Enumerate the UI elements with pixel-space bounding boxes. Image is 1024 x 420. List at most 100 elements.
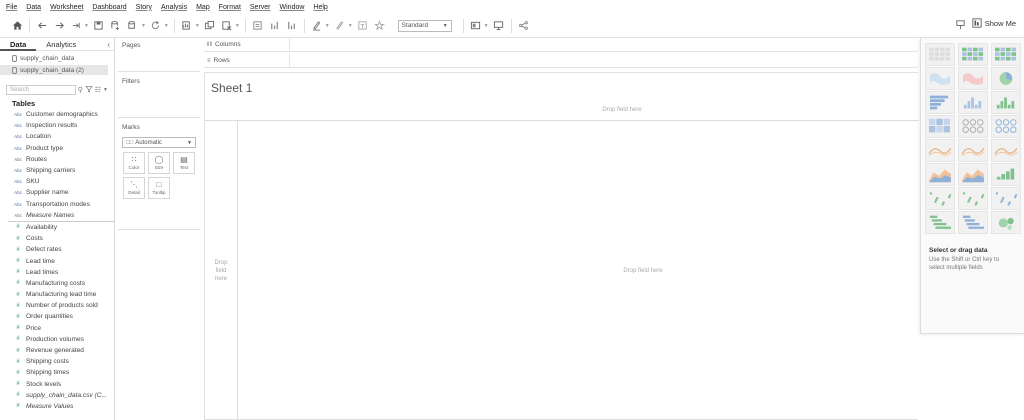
pause-datasource-icon[interactable]: [126, 19, 140, 33]
fit-dropdown[interactable]: Standard ▼: [397, 19, 452, 32]
show-labels-icon[interactable]: [356, 19, 370, 33]
measure-field[interactable]: # Stock levels: [0, 379, 114, 390]
menu-server[interactable]: Server: [250, 4, 271, 11]
gantt-chart-chart-icon[interactable]: [925, 211, 955, 234]
measure-field[interactable]: # Shipping times: [0, 367, 114, 378]
menu-file[interactable]: File: [6, 4, 17, 11]
line-continuous-chart-icon[interactable]: [925, 139, 955, 162]
measure-field[interactable]: # Lead times: [0, 267, 114, 278]
treemap-chart-icon[interactable]: [925, 115, 955, 138]
measure-field[interactable]: # Shipping costs: [0, 356, 114, 367]
measure-field[interactable]: # Manufacturing lead time: [0, 289, 114, 300]
scatter-plot-chart-icon[interactable]: [925, 187, 955, 210]
dual-line-chart-icon[interactable]: [991, 139, 1021, 162]
show-me-button[interactable]: Show Me: [972, 18, 1016, 28]
save-icon[interactable]: [92, 19, 106, 33]
circle-view-chart-icon[interactable]: [958, 115, 988, 138]
fix-axes-icon[interactable]: [373, 19, 387, 33]
menu-analysis[interactable]: Analysis: [161, 4, 187, 11]
dimension-field[interactable]: Abc Shipping carriers: [0, 165, 114, 176]
replay-caret-icon[interactable]: ▼: [84, 23, 89, 29]
drop-zone-main[interactable]: Drop field here: [238, 121, 918, 420]
measure-field[interactable]: # Price: [0, 323, 114, 334]
tooltip-button[interactable]: □ Tooltip: [148, 177, 170, 199]
group-members-icon[interactable]: [333, 19, 347, 33]
search-icon[interactable]: ⚲: [78, 86, 83, 94]
dimension-field[interactable]: Abc Supplier name: [0, 187, 114, 198]
replay-icon[interactable]: [69, 19, 83, 33]
area-continuous-chart-icon[interactable]: [925, 163, 955, 186]
text-table-chart-icon[interactable]: [925, 43, 955, 66]
share-icon[interactable]: [517, 19, 531, 33]
symbol-map-chart-icon[interactable]: [925, 67, 955, 90]
stacked-bars-chart-icon[interactable]: [958, 91, 988, 114]
filters-card[interactable]: Filters: [118, 74, 200, 118]
measure-field[interactable]: # Measure Values: [0, 401, 114, 412]
highlight-caret-icon[interactable]: ▼: [325, 23, 330, 29]
dimension-field[interactable]: Abc SKU: [0, 176, 114, 187]
sort-ascending-icon[interactable]: [268, 19, 282, 33]
measure-field[interactable]: # Availability: [0, 222, 114, 233]
area-discrete-chart-icon[interactable]: [958, 163, 988, 186]
datasource-caret-icon[interactable]: ▼: [141, 23, 146, 29]
horizontal-bars-chart-icon[interactable]: [925, 91, 955, 114]
datasource-item[interactable]: supply_chain_data: [0, 53, 114, 63]
undo-icon[interactable]: [35, 19, 49, 33]
redo-icon[interactable]: [52, 19, 66, 33]
clear-caret-icon[interactable]: ▼: [235, 23, 240, 29]
detail-button[interactable]: ⋱ Detail: [123, 177, 145, 199]
measure-field[interactable]: # Order quantities: [0, 311, 114, 322]
tooltip-pin-icon[interactable]: [955, 19, 966, 33]
measure-field[interactable]: # Revenue generated: [0, 345, 114, 356]
swap-icon[interactable]: [251, 19, 265, 33]
clear-sheet-icon[interactable]: [220, 19, 234, 33]
measure-field[interactable]: # Number of products sold: [0, 300, 114, 311]
packed-bubbles-chart-icon[interactable]: [991, 211, 1021, 234]
pie-chart-chart-icon[interactable]: [991, 67, 1021, 90]
new-worksheet-caret-icon[interactable]: ▼: [195, 23, 200, 29]
menu-window[interactable]: Window: [280, 4, 305, 11]
rows-shelf[interactable]: ≡ Rows: [204, 53, 918, 68]
histogram-chart-icon[interactable]: [958, 187, 988, 210]
dimension-field[interactable]: Abc Customer demographics: [0, 109, 114, 120]
dimension-field[interactable]: Abc Inspection results: [0, 120, 114, 131]
cards-caret-icon[interactable]: ▼: [484, 23, 489, 29]
menu-dashboard[interactable]: Dashboard: [92, 4, 126, 11]
measure-field[interactable]: # Manufacturing costs: [0, 278, 114, 289]
sheet-title[interactable]: Sheet 1: [211, 81, 252, 95]
refresh-icon[interactable]: [149, 19, 163, 33]
measure-field[interactable]: # Costs: [0, 233, 114, 244]
drop-zone-columns[interactable]: Drop field here: [205, 99, 919, 121]
filter-icon[interactable]: [85, 85, 93, 95]
highlight-table-chart-icon[interactable]: [991, 43, 1021, 66]
measure-field[interactable]: # Lead time: [0, 255, 114, 266]
measure-field[interactable]: # supply_chain_data.csv (C...: [0, 390, 114, 401]
side-by-side-circles-chart-icon[interactable]: [991, 115, 1021, 138]
highlight-icon[interactable]: [310, 19, 324, 33]
dimension-field[interactable]: Abc Transportation modes: [0, 199, 114, 210]
menu-worksheet[interactable]: Worksheet: [50, 4, 83, 11]
drop-zone-rows[interactable]: Drop field here: [205, 121, 238, 420]
side-by-side-bars-chart-icon[interactable]: [991, 91, 1021, 114]
duplicate-sheet-icon[interactable]: [203, 19, 217, 33]
collapse-pane-icon[interactable]: ‹: [107, 40, 110, 49]
sort-descending-icon[interactable]: [285, 19, 299, 33]
new-worksheet-icon[interactable]: [180, 19, 194, 33]
size-button[interactable]: ◯ Size: [148, 152, 170, 174]
dimension-field[interactable]: Abc Measure Names: [0, 210, 114, 221]
box-whisker-chart-icon[interactable]: [991, 187, 1021, 210]
home-icon[interactable]: [10, 19, 24, 33]
measure-field[interactable]: # Production volumes: [0, 334, 114, 345]
pages-card[interactable]: Pages: [118, 38, 200, 72]
dual-combination-chart-icon[interactable]: [991, 163, 1021, 186]
measure-field[interactable]: # Defect rates: [0, 244, 114, 255]
dimension-field[interactable]: Abc Product type: [0, 143, 114, 154]
heat-map-chart-icon[interactable]: [958, 43, 988, 66]
text-button[interactable]: ▤ Text: [173, 152, 195, 174]
tab-data[interactable]: Data: [0, 38, 37, 51]
datasource-item-selected[interactable]: supply_chain_data (2): [0, 65, 108, 75]
color-button[interactable]: ∷ Color: [123, 152, 145, 174]
menu-data[interactable]: Data: [26, 4, 41, 11]
chevron-down-icon[interactable]: ▼: [103, 87, 108, 93]
dimension-field[interactable]: Abc Location: [0, 131, 114, 142]
